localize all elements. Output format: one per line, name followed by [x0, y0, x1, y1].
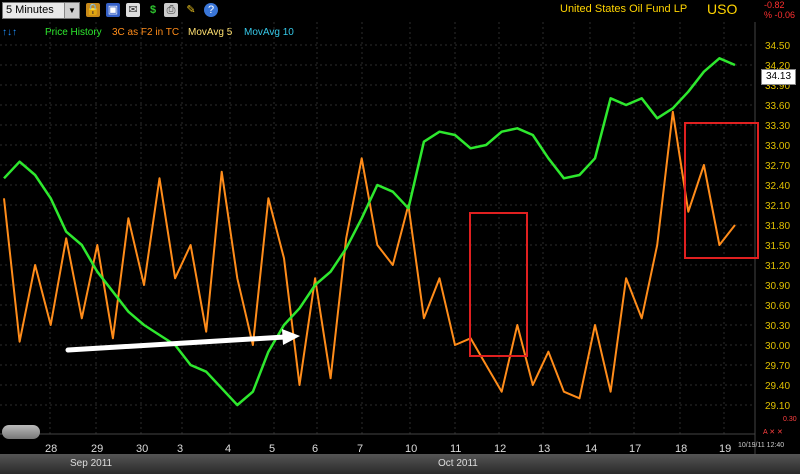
- x-axis: 28 29 30 3 4 5 6 7 10 11 12 13 14 17 18 19: [0, 433, 755, 454]
- y-tick-label: 32.10: [765, 201, 790, 212]
- month-label-oct: Oct 2011: [438, 458, 478, 469]
- chart-series: [3, 57, 736, 407]
- instrument-title: United States Oil Fund LP: [560, 3, 688, 15]
- y-tick-label: 32.70: [765, 161, 790, 172]
- y-tick-label: 33.00: [765, 141, 790, 152]
- lock-icon[interactable]: 🔒: [86, 3, 100, 17]
- y-tick-label: 30.00: [765, 341, 790, 352]
- y-axis: 34.5034.2033.9033.6033.3033.0032.7032.40…: [754, 22, 790, 454]
- print-icon[interactable]: ⎙: [164, 3, 178, 17]
- x-tick-label: 7: [357, 443, 363, 454]
- chevron-down-icon[interactable]: ▼: [64, 3, 79, 18]
- help-icon[interactable]: ?: [204, 3, 218, 17]
- x-tick-label: 6: [312, 443, 318, 454]
- price-chart[interactable]: 34.5034.2033.9033.6033.3033.0032.7032.40…: [0, 22, 800, 454]
- month-label-sep: Sep 2011: [70, 458, 113, 469]
- x-tick-label: 3: [177, 443, 183, 454]
- trend-arrow-head: [282, 329, 300, 345]
- y-tick-label: 31.80: [765, 221, 790, 232]
- x-tick-label: 13: [538, 443, 550, 454]
- change-value: -0.82: [764, 0, 785, 10]
- x-tick-label: 4: [225, 443, 231, 454]
- x-tick-label: 12: [494, 443, 506, 454]
- scroll-handle[interactable]: [2, 425, 40, 439]
- ticker-symbol: USO: [707, 1, 738, 17]
- y-tick-label: 33.60: [765, 101, 790, 112]
- axis-extra-label: 0.30: [783, 416, 797, 423]
- series-3c-line: [3, 110, 736, 400]
- x-tick-label: 29: [91, 443, 103, 454]
- x-tick-label: 17: [629, 443, 641, 454]
- x-tick-label: 10: [405, 443, 417, 454]
- timeframe-select[interactable]: 5 Minutes ▼: [2, 2, 80, 19]
- x-tick-label: 5: [269, 443, 275, 454]
- axis-corner-controls[interactable]: A ✕ ✕: [763, 428, 783, 436]
- x-tick-label: 14: [585, 443, 597, 454]
- y-tick-label: 30.90: [765, 281, 790, 292]
- pen-icon[interactable]: ✎: [184, 3, 198, 17]
- mail-icon[interactable]: ✉: [126, 3, 140, 17]
- dollar-icon[interactable]: $: [146, 3, 160, 17]
- y-tick-label: 30.60: [765, 301, 790, 312]
- y-tick-label: 29.10: [765, 401, 790, 412]
- timestamp: 10/19/11 12:40: [738, 442, 785, 449]
- x-tick-label: 30: [136, 443, 148, 454]
- timeline-bar[interactable]: [0, 454, 800, 474]
- y-tick-label: 30.30: [765, 321, 790, 332]
- y-tick-label: 33.30: [765, 121, 790, 132]
- y-tick-label: 32.40: [765, 181, 790, 192]
- toolbar: 5 Minutes ▼ 🔒 ▣ ✉ $ ⎙ ✎ ? United States …: [0, 0, 800, 22]
- y-tick-label: 31.20: [765, 261, 790, 272]
- x-tick-label: 11: [450, 443, 461, 454]
- timeframe-value: 5 Minutes: [6, 4, 54, 16]
- chart-grid: [0, 22, 755, 434]
- save-icon[interactable]: ▣: [106, 3, 120, 17]
- last-price-label: 34.13: [761, 69, 796, 85]
- x-tick-label: 28: [45, 443, 57, 454]
- y-tick-label: 34.50: [765, 41, 790, 52]
- y-tick-label: 31.50: [765, 241, 790, 252]
- x-tick-label: 18: [675, 443, 687, 454]
- y-tick-label: 29.40: [765, 381, 790, 392]
- series-price-line: [3, 57, 736, 407]
- y-tick-label: 29.70: [765, 361, 790, 372]
- x-tick-label: 19: [719, 443, 731, 454]
- change-percent: % -0.06: [764, 10, 796, 20]
- highlight-box-oct12: [469, 212, 528, 357]
